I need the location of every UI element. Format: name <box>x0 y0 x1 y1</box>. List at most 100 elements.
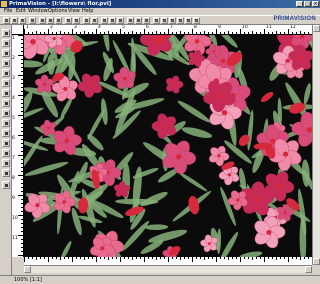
ruler-tick <box>68 257 69 259</box>
ruler-tick <box>18 195 23 196</box>
ruler-tick <box>180 31 181 34</box>
text-tool-icon[interactable] <box>2 149 10 157</box>
window-title: PrimaVision - [I:\flowers\ flor.pvi] <box>9 1 112 7</box>
fill-icon[interactable] <box>169 17 176 24</box>
print-icon[interactable] <box>29 17 36 24</box>
menu-window[interactable]: Window <box>28 8 48 15</box>
help-icon[interactable] <box>193 17 200 24</box>
color-swatch-icon[interactable] <box>2 181 10 189</box>
ruler-tick <box>188 257 189 259</box>
line-tool-icon[interactable] <box>2 119 10 127</box>
cut-icon[interactable] <box>39 17 46 24</box>
new-icon[interactable] <box>3 17 10 24</box>
layer-icon[interactable] <box>127 17 134 24</box>
menu-edit[interactable]: Edit <box>16 8 26 15</box>
crop-icon[interactable] <box>161 17 168 24</box>
ruler-tick <box>21 71 23 72</box>
undo-icon[interactable] <box>65 17 72 24</box>
menu-view[interactable]: View <box>68 8 80 15</box>
menu-file[interactable]: File <box>4 8 12 15</box>
menu-help[interactable]: Help <box>82 8 93 15</box>
ruler-tick <box>304 257 305 259</box>
arrow-tool-icon[interactable] <box>2 29 10 37</box>
brush-icon[interactable] <box>177 17 184 24</box>
rect-tool-icon[interactable] <box>2 129 10 137</box>
ruler-tick <box>21 39 23 40</box>
pencil-tool-icon[interactable] <box>2 69 10 77</box>
ruler-tick <box>144 257 145 262</box>
brush-tool-icon[interactable] <box>2 79 10 87</box>
ruler-tick <box>40 257 41 259</box>
open-icon[interactable] <box>11 17 18 24</box>
ruler-tick <box>280 257 281 259</box>
ruler-label: 4 <box>98 25 101 30</box>
select-icon[interactable] <box>153 17 160 24</box>
color-icon[interactable] <box>117 17 124 24</box>
ruler-tick <box>180 257 181 260</box>
ruler-tick <box>208 32 209 34</box>
ruler-tick <box>240 29 241 34</box>
close-button[interactable]: × <box>312 1 319 7</box>
ruler-tick <box>21 151 23 152</box>
ruler-tick <box>136 32 137 34</box>
vertical-scrollbar[interactable] <box>312 25 320 265</box>
zoom-tool-icon[interactable] <box>2 169 10 177</box>
paste-icon[interactable] <box>55 17 62 24</box>
wand-tool-icon[interactable] <box>2 59 10 67</box>
pattern-canvas[interactable] <box>24 35 312 257</box>
zoom-in-icon[interactable] <box>83 17 90 24</box>
flower-shape <box>166 75 184 94</box>
scroll-left-icon[interactable] <box>24 266 31 273</box>
ruler-tick <box>21 143 23 144</box>
ruler-tick <box>164 32 165 34</box>
ruler-tick <box>21 191 23 192</box>
ruler-tick <box>244 32 245 34</box>
lasso-tool-icon[interactable] <box>2 49 10 57</box>
text-icon[interactable] <box>185 17 192 24</box>
bottom-ruler <box>24 257 312 265</box>
rotate-icon[interactable] <box>135 17 142 24</box>
copy-icon[interactable] <box>47 17 54 24</box>
scroll-up-icon[interactable] <box>313 25 320 32</box>
ruler-tick <box>140 32 141 34</box>
ruler-tick <box>252 31 253 34</box>
ruler-tick <box>21 59 23 60</box>
marquee-tool-icon[interactable] <box>2 39 10 47</box>
ruler-tick <box>48 257 49 262</box>
ruler-label: 7 <box>170 25 173 30</box>
ruler-tick <box>240 257 241 262</box>
save-icon[interactable] <box>19 17 26 24</box>
ruler-tick <box>32 257 33 259</box>
repeat-icon[interactable] <box>109 17 116 24</box>
bucket-tool-icon[interactable] <box>2 99 10 107</box>
horizontal-scrollbar[interactable] <box>24 265 312 273</box>
ruler-tick <box>304 32 305 34</box>
grid-icon[interactable] <box>101 17 108 24</box>
minimize-button[interactable]: _ <box>296 1 303 7</box>
redo-icon[interactable] <box>73 17 80 24</box>
flip-icon[interactable] <box>143 17 150 24</box>
hand-tool-icon[interactable] <box>2 159 10 167</box>
zoom-status: 100% [1:1] <box>14 277 42 283</box>
ellipse-tool-icon[interactable] <box>2 139 10 147</box>
ruler-tick <box>284 32 285 34</box>
ruler-tick <box>36 31 37 34</box>
maximize-button[interactable]: □ <box>304 1 311 7</box>
ruler-label: 9 <box>12 196 15 201</box>
ruler-tick <box>220 32 221 34</box>
leaf-shape <box>247 109 254 151</box>
scroll-right-icon[interactable] <box>305 266 312 273</box>
ruler-tick <box>21 219 23 220</box>
ruler-tick <box>264 29 265 34</box>
scroll-down-icon[interactable] <box>313 258 320 265</box>
ruler-tick <box>236 32 237 34</box>
eraser-tool-icon[interactable] <box>2 89 10 97</box>
zoom-out-icon[interactable] <box>91 17 98 24</box>
ruler-tick <box>168 257 169 262</box>
ruler-tick <box>184 257 185 259</box>
ruler-label: 5 <box>12 116 15 121</box>
ruler-tick <box>21 87 23 88</box>
eyedropper-tool-icon[interactable] <box>2 109 10 117</box>
menu-options[interactable]: Options <box>48 8 67 15</box>
ruler-label: 6 <box>146 25 149 30</box>
